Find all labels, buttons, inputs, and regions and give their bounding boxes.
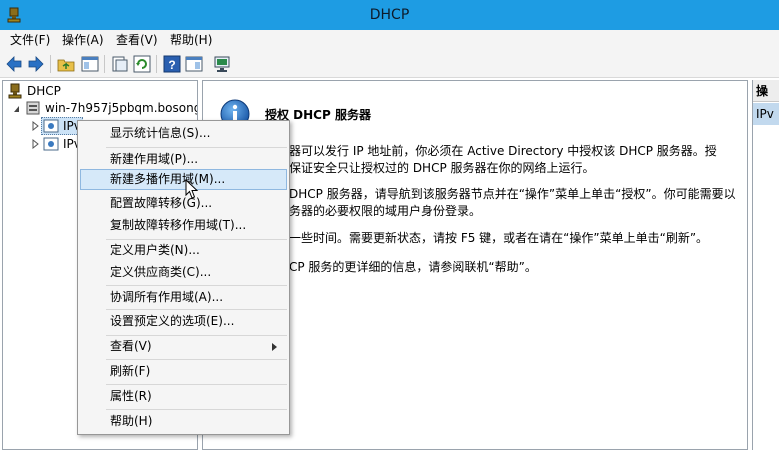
hand-cursor-icon: [185, 179, 199, 199]
toolbar-separator: [104, 55, 105, 73]
menu-item-refresh[interactable]: 刷新(F): [80, 361, 287, 382]
refresh-icon[interactable]: [132, 54, 152, 74]
info-text-line: DHCP 服务器，请导航到该服务器节点并在“操作”菜单上单击“授权”。你可能需要…: [289, 187, 736, 201]
expanded-arrow-icon[interactable]: [13, 104, 21, 114]
dhcp-root-icon: [8, 83, 22, 99]
info-text-line: 务器的必要权限的域用户身份登录。: [289, 204, 482, 218]
menu-item-define-vendor-classes[interactable]: 定义供应商类(C)...: [80, 262, 287, 283]
ipv6-icon: [43, 137, 59, 151]
menu-item-view[interactable]: 查看(V): [80, 336, 287, 357]
menu-bar: 文件(F) 操作(A) 查看(V) 帮助(H): [0, 30, 779, 51]
menu-item-define-user-classes[interactable]: 定义用户类(N)...: [80, 240, 287, 261]
svg-text:?: ?: [168, 58, 175, 72]
actions-item-ipv[interactable]: IPv: [753, 103, 779, 125]
menu-item-view-label: 查看(V): [110, 339, 152, 353]
up-folder-icon[interactable]: [56, 54, 76, 74]
window-title: DHCP: [369, 7, 410, 23]
menu-item-configure-failover[interactable]: 配置故障转移(G)...: [80, 193, 287, 214]
tree-label-server: win-7h957j5pbqm.bosong.c: [45, 101, 198, 115]
info-text-line: CP 服务的更详细的信息，请参阅联机“帮助”。: [289, 260, 537, 274]
menu-separator: [106, 384, 287, 385]
collapsed-arrow-icon[interactable]: [31, 121, 39, 131]
menu-view[interactable]: 查看(V): [114, 32, 160, 49]
back-icon[interactable]: [4, 54, 24, 74]
menu-item-new-multicast-scope[interactable]: 新建多播作用域(M)...: [80, 169, 287, 190]
help-icon[interactable]: ?: [162, 54, 182, 74]
menu-item-show-statistics[interactable]: 显示统计信息(S)...: [80, 123, 287, 144]
menu-separator: [106, 285, 287, 286]
menu-item-help[interactable]: 帮助(H): [80, 411, 287, 432]
menu-action[interactable]: 操作(A): [60, 32, 106, 49]
collapsed-arrow-icon[interactable]: [31, 139, 39, 149]
menu-item-set-predefined-options[interactable]: 设置预定义的选项(E)...: [80, 311, 287, 332]
menu-separator: [106, 359, 287, 360]
actions-header: 操: [753, 80, 779, 102]
toolbar: ?: [0, 51, 779, 78]
menu-item-reconcile-all-scopes[interactable]: 协调所有作用域(A)...: [80, 287, 287, 308]
menu-separator: [106, 309, 287, 310]
tree-item-server[interactable]: win-7h957j5pbqm.bosong.c: [13, 99, 198, 117]
toolbar-separator: [50, 55, 51, 73]
properties-view-icon[interactable]: [184, 54, 204, 74]
menu-item-replicate-failover-scopes[interactable]: 复制故障转移作用域(T)...: [80, 215, 287, 236]
show-hide-tree-icon[interactable]: [80, 54, 100, 74]
menu-separator: [106, 147, 287, 148]
menu-item-new-scope[interactable]: 新建作用域(P)...: [80, 149, 287, 170]
menu-help[interactable]: 帮助(H): [168, 32, 214, 49]
info-text-line: 保证安全只让授权过的 DHCP 服务器在你的网络上运行。: [289, 161, 595, 175]
server-icon: [26, 101, 40, 115]
export-list-icon[interactable]: [110, 54, 130, 74]
info-text-line: 一些时间。需要更新状态，请按 F5 键，或者在请在“操作”菜单上单击“刷新”。: [289, 231, 709, 245]
forward-icon[interactable]: [26, 54, 46, 74]
title-bar: DHCP: [0, 0, 779, 30]
submenu-arrow-icon: [272, 343, 277, 351]
monitor-icon[interactable]: [212, 54, 232, 74]
context-menu: 显示统计信息(S)... 新建作用域(P)... 新建多播作用域(M)... 配…: [77, 120, 290, 435]
menu-separator: [106, 409, 287, 410]
menu-item-properties[interactable]: 属性(R): [80, 386, 287, 407]
tree-label-dhcp: DHCP: [27, 84, 61, 98]
actions-pane: 操 IPv: [752, 80, 779, 450]
info-text-line: 器可以发行 IP 地址前，你必须在 Active Directory 中授权该 …: [289, 144, 717, 158]
toolbar-separator: [156, 55, 157, 73]
ipv4-icon: [43, 119, 59, 133]
menu-file[interactable]: 文件(F): [8, 32, 52, 49]
